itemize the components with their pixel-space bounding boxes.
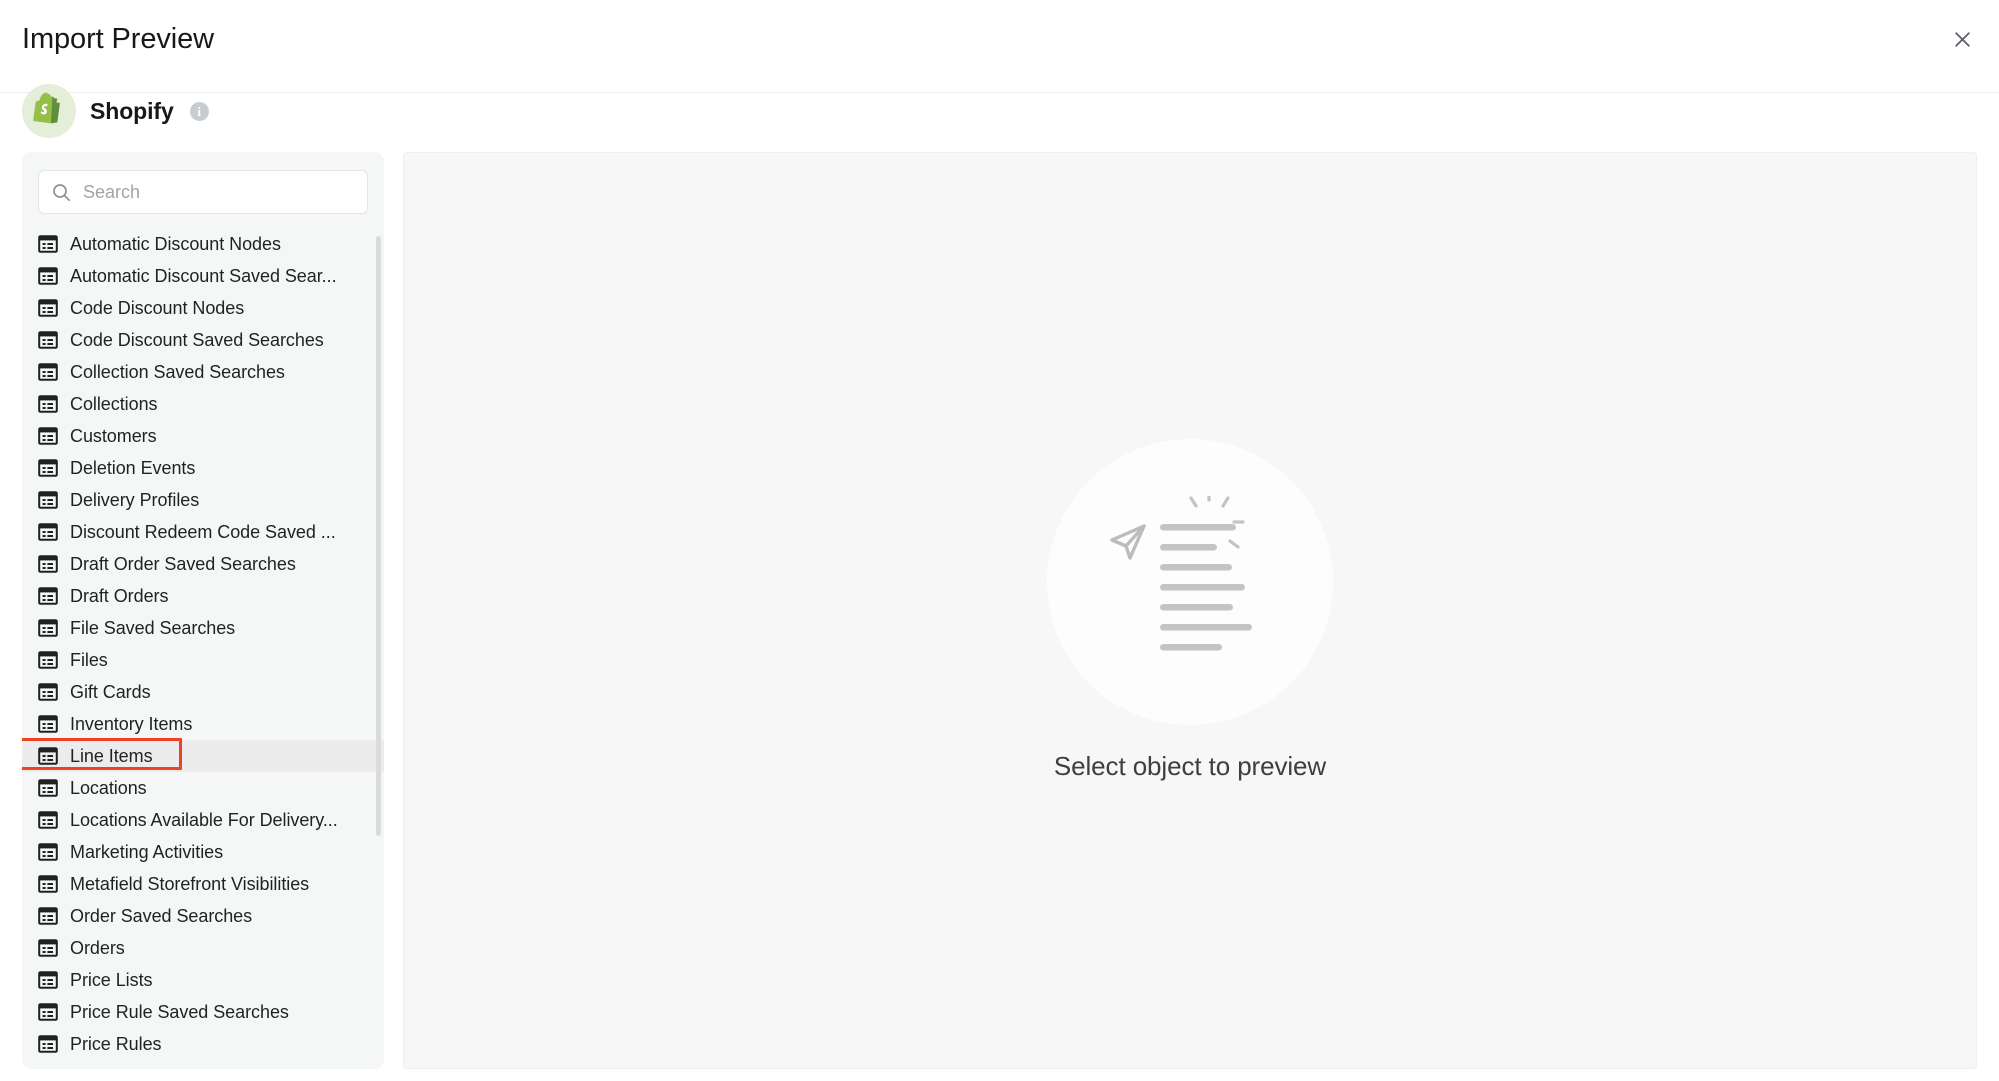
list-item[interactable]: Inventory Items [22, 708, 384, 740]
list-item[interactable]: Metafield Storefront Visibilities [22, 868, 384, 900]
list-item[interactable]: Order Saved Searches [22, 900, 384, 932]
list-item[interactable]: Gift Cards [22, 676, 384, 708]
table-icon [38, 522, 58, 542]
close-button[interactable] [1943, 20, 1981, 58]
list-item[interactable]: Code Discount Saved Searches [22, 324, 384, 356]
list-item-label: Code Discount Saved Searches [70, 329, 324, 350]
list-item[interactable]: Customers [22, 420, 384, 452]
table-icon [38, 714, 58, 734]
list-item-label: Order Saved Searches [70, 905, 253, 926]
table-icon [38, 426, 58, 446]
empty-state-caption: Select object to preview [1053, 751, 1327, 781]
table-icon [38, 618, 58, 638]
list-item[interactable]: Deletion Events [22, 452, 384, 484]
list-item[interactable]: Locations Available For Delivery... [22, 804, 384, 836]
list-item-label: Collection Saved Searches [70, 361, 285, 382]
close-icon [1953, 30, 1972, 49]
table-icon [38, 554, 58, 574]
table-icon [38, 778, 58, 798]
table-icon [38, 490, 58, 510]
list-item-label: Automatic Discount Saved Sear... [70, 265, 337, 286]
list-item[interactable]: Price Rules [22, 1028, 384, 1060]
table-icon [38, 586, 58, 606]
table-icon [38, 1034, 58, 1054]
table-icon [38, 682, 58, 702]
object-list[interactable]: Automatic Discount Nodes Automatic Disco… [22, 228, 384, 1068]
page-title: Import Preview [22, 23, 214, 55]
list-item-label: Gift Cards [70, 681, 151, 702]
list-item[interactable]: Line Items [22, 738, 384, 772]
list-item-label: Deletion Events [70, 457, 196, 478]
list-item-label: Automatic Discount Nodes [70, 233, 281, 254]
list-item[interactable]: Locations [22, 772, 384, 804]
list-item[interactable]: Automatic Discount Saved Sear... [22, 260, 384, 292]
list-item-label: Code Discount Nodes [70, 297, 245, 318]
list-item[interactable]: Collections [22, 388, 384, 420]
list-item[interactable]: File Saved Searches [22, 612, 384, 644]
table-icon [38, 1002, 58, 1022]
list-item-label: Orders [70, 937, 125, 958]
table-icon [38, 362, 58, 382]
list-item-label: Inventory Items [70, 713, 193, 734]
list-item-label: Locations Available For Delivery... [70, 809, 338, 830]
list-item-label: Draft Order Saved Searches [70, 553, 296, 574]
table-icon [38, 298, 58, 318]
table-icon [38, 394, 58, 414]
cursor-list-sparkle-icon [1047, 439, 1333, 725]
list-item-label: Line Items [70, 745, 153, 766]
list-item[interactable]: Files [22, 644, 384, 676]
table-icon [38, 234, 58, 254]
source-row: Shopify i [22, 82, 209, 140]
table-icon [38, 810, 58, 830]
list-item[interactable]: Price Rule Saved Searches [22, 996, 384, 1028]
list-item-label: Collections [70, 393, 158, 414]
list-item[interactable]: Code Discount Nodes [22, 292, 384, 324]
table-icon [38, 938, 58, 958]
list-item-label: Price Lists [70, 969, 153, 990]
list-item-label: Discount Redeem Code Saved ... [70, 521, 336, 542]
list-item-label: Customers [70, 425, 157, 446]
info-icon[interactable]: i [189, 101, 209, 121]
search-input[interactable] [39, 171, 367, 213]
list-item[interactable]: Collection Saved Searches [22, 356, 384, 388]
list-item[interactable]: Delivery Profiles [22, 484, 384, 516]
preview-panel: Select object to preview [403, 152, 1977, 1069]
list-item[interactable]: Price Lists [22, 964, 384, 996]
list-item[interactable]: Draft Orders [22, 580, 384, 612]
table-icon [38, 842, 58, 862]
list-item[interactable]: Discount Redeem Code Saved ... [22, 516, 384, 548]
list-item[interactable]: Marketing Activities [22, 836, 384, 868]
table-icon [38, 458, 58, 478]
shopify-logo-icon [22, 84, 76, 138]
source-name: Shopify [90, 97, 174, 124]
table-icon [38, 970, 58, 990]
table-icon [38, 266, 58, 286]
search-box[interactable] [38, 170, 368, 214]
list-item[interactable]: Orders [22, 932, 384, 964]
table-icon [38, 746, 58, 766]
dialog-header: Import Preview [0, 0, 1999, 93]
table-icon [38, 874, 58, 894]
list-item-label: Metafield Storefront Visibilities [70, 873, 310, 894]
list-item-label: Price Rule Saved Searches [70, 1001, 289, 1022]
list-item-label: Delivery Profiles [70, 489, 200, 510]
list-item-label: Locations [70, 777, 147, 798]
table-icon [38, 906, 58, 926]
table-icon [38, 330, 58, 350]
list-item-label: Files [70, 649, 108, 670]
list-item-label: Draft Orders [70, 585, 169, 606]
table-icon [38, 650, 58, 670]
scrollbar-thumb[interactable] [376, 236, 381, 836]
list-item-label: Price Rules [70, 1033, 162, 1054]
list-item[interactable]: Draft Order Saved Searches [22, 548, 384, 580]
object-list-panel: Automatic Discount Nodes Automatic Disco… [22, 152, 384, 1069]
list-item-label: File Saved Searches [70, 617, 236, 638]
list-item[interactable]: Automatic Discount Nodes [22, 228, 384, 260]
list-item-label: Marketing Activities [70, 841, 224, 862]
object-list-scrollbar[interactable] [376, 236, 381, 1056]
search-wrapper [22, 152, 384, 228]
